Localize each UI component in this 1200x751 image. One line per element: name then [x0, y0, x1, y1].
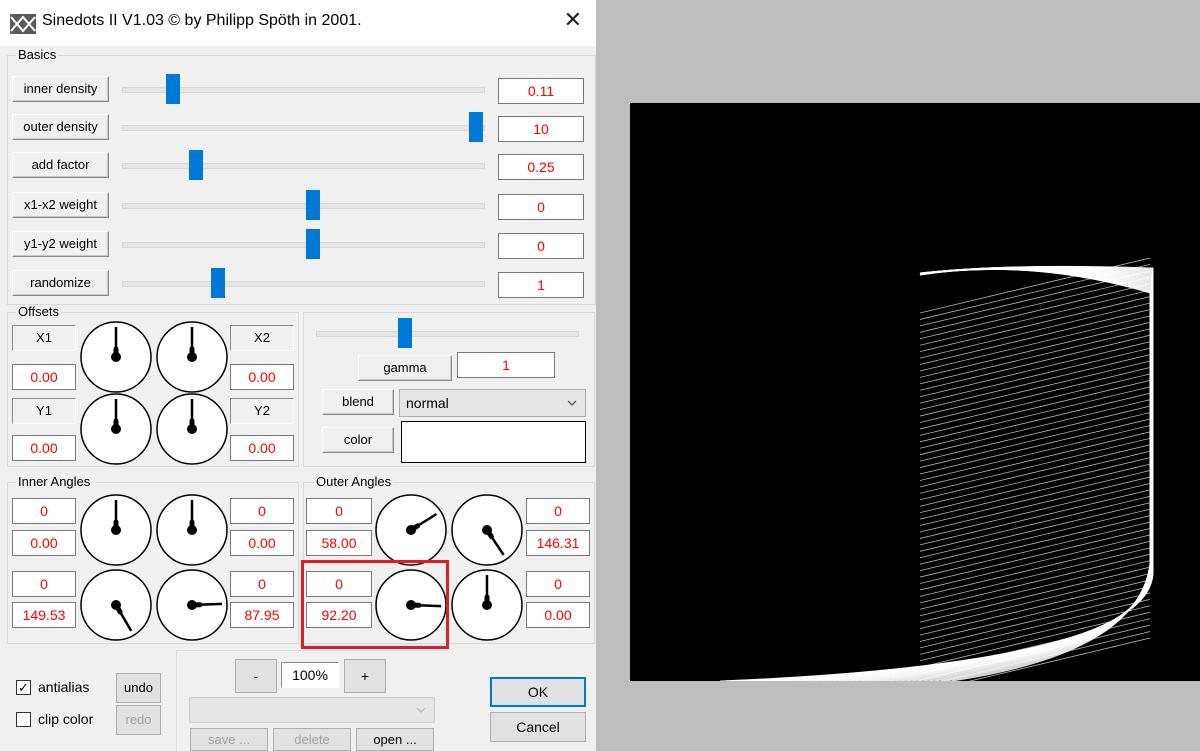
basics-value-field[interactable]: 10 [498, 116, 584, 142]
open-button[interactable]: open ... [356, 728, 434, 751]
inner-rt-dial[interactable] [155, 493, 229, 567]
basics-label-button[interactable]: inner density [12, 76, 109, 102]
basics-title: Basics [16, 47, 59, 62]
inner-rb-count[interactable]: 0 [230, 571, 294, 597]
zoom-in-button[interactable]: + [344, 659, 386, 693]
basics-slider-thumb[interactable] [165, 74, 180, 104]
basics-label-button[interactable]: randomize [12, 270, 109, 296]
inner-rt-value[interactable]: 0.00 [230, 530, 294, 556]
app-icon [10, 14, 36, 34]
redo-button[interactable]: redo [116, 705, 161, 735]
basics-value-field[interactable]: 0 [498, 233, 584, 259]
x2-label: X2 [230, 325, 294, 351]
check-icon: ✓ [18, 680, 29, 695]
chevron-down-icon [416, 707, 426, 713]
ok-button[interactable]: OK [490, 677, 586, 707]
y1-value[interactable]: 0.00 [12, 435, 76, 461]
basics-slider-track[interactable] [122, 242, 485, 248]
gamma-button[interactable]: gamma [358, 355, 452, 381]
offset-y1-dial[interactable] [79, 392, 153, 466]
antialias-label: antialias [38, 679, 90, 695]
y2-label: Y2 [230, 398, 294, 424]
outer-lt-count[interactable]: 0 [306, 498, 372, 524]
outer-angles-title: Outer Angles [314, 474, 394, 489]
zoom-value[interactable]: 100% [281, 662, 339, 688]
y2-value[interactable]: 0.00 [230, 435, 294, 461]
outer-lt-dial[interactable] [374, 493, 448, 567]
sinedots-dialog: Sinedots II V1.03 © by Philipp Spöth in … [0, 0, 596, 751]
x1-label: X1 [12, 325, 76, 351]
basics-slider-track[interactable] [122, 281, 485, 287]
inner-rb-value[interactable]: 87.95 [230, 602, 294, 628]
inner-lt-count[interactable]: 0 [12, 498, 76, 524]
basics-slider-track[interactable] [122, 203, 485, 209]
color-button[interactable]: color [322, 427, 394, 453]
basics-label-button[interactable]: y1-y2 weight [12, 231, 109, 257]
clip-color-label: clip color [38, 711, 94, 727]
basics-value-field[interactable]: 1 [498, 272, 584, 298]
zoom-out-button[interactable]: - [235, 659, 277, 693]
blend-select-value: normal [406, 395, 449, 411]
y1-label: Y1 [12, 398, 76, 424]
basics-label-button[interactable]: outer density [12, 114, 109, 140]
gamma-value[interactable]: 1 [457, 352, 555, 378]
outer-lt-value[interactable]: 58.00 [306, 530, 372, 556]
basics-slider-thumb[interactable] [469, 112, 483, 142]
inner-lt-value[interactable]: 0.00 [12, 530, 76, 556]
delete-button[interactable]: delete [273, 728, 351, 751]
basics-label-button[interactable]: x1-x2 weight [12, 192, 109, 218]
basics-slider-thumb[interactable] [306, 229, 320, 259]
x1-value[interactable]: 0.00 [12, 364, 76, 390]
outer-rb-count[interactable]: 0 [526, 571, 590, 597]
close-icon[interactable]: ✕ [564, 8, 582, 32]
outer-rb-dial[interactable] [450, 568, 524, 642]
inner-rt-count[interactable]: 0 [230, 498, 294, 524]
inner-lb-value[interactable]: 149.53 [12, 602, 76, 628]
offset-x1-dial[interactable] [79, 320, 153, 394]
basics-slider-thumb[interactable] [188, 150, 203, 180]
basics-value-field[interactable]: 0.25 [498, 154, 584, 180]
inner-lt-dial[interactable] [79, 493, 153, 567]
save-button[interactable]: save ... [190, 728, 268, 751]
sinedots-render [719, 257, 1154, 681]
preset-select[interactable] [189, 697, 435, 723]
antialias-checkbox[interactable]: ✓ [16, 680, 31, 695]
offset-x2-dial[interactable] [155, 320, 229, 394]
color-swatch[interactable] [401, 421, 586, 463]
basics-slider-track[interactable] [122, 163, 485, 169]
inner-rb-dial[interactable] [155, 568, 229, 642]
chevron-down-icon [567, 400, 577, 406]
gamma-slider-track[interactable] [316, 331, 579, 337]
outer-rt-value[interactable]: 146.31 [526, 530, 590, 556]
inner-lb-count[interactable]: 0 [12, 571, 76, 597]
basics-value-field[interactable]: 0 [498, 194, 584, 220]
blend-select[interactable]: normal [399, 389, 586, 417]
window-title: Sinedots II V1.03 © by Philipp Spöth in … [42, 12, 362, 29]
title-bar[interactable]: Sinedots II V1.03 © by Philipp Spöth in … [0, 0, 596, 46]
highlight-box [301, 560, 449, 649]
blend-button[interactable]: blend [322, 389, 394, 415]
inner-angles-title: Inner Angles [16, 474, 93, 489]
x2-value[interactable]: 0.00 [230, 364, 294, 390]
basics-label-button[interactable]: add factor [12, 152, 109, 178]
outer-rb-value[interactable]: 0.00 [526, 602, 590, 628]
offset-y2-dial[interactable] [155, 392, 229, 466]
cancel-button[interactable]: Cancel [490, 712, 586, 742]
outer-rt-count[interactable]: 0 [526, 498, 590, 524]
gamma-slider-thumb[interactable] [397, 318, 412, 348]
clip-color-checkbox[interactable] [16, 712, 31, 727]
basics-slider-thumb[interactable] [211, 268, 226, 298]
outer-rt-dial[interactable] [450, 493, 524, 567]
basics-value-field[interactable]: 0.11 [498, 78, 584, 104]
basics-slider-thumb[interactable] [306, 190, 320, 220]
inner-lb-dial[interactable] [79, 568, 153, 642]
basics-slider-track[interactable] [122, 125, 485, 131]
offsets-title: Offsets [16, 304, 61, 319]
undo-button[interactable]: undo [116, 673, 161, 703]
preview-canvas[interactable] [630, 103, 1200, 681]
